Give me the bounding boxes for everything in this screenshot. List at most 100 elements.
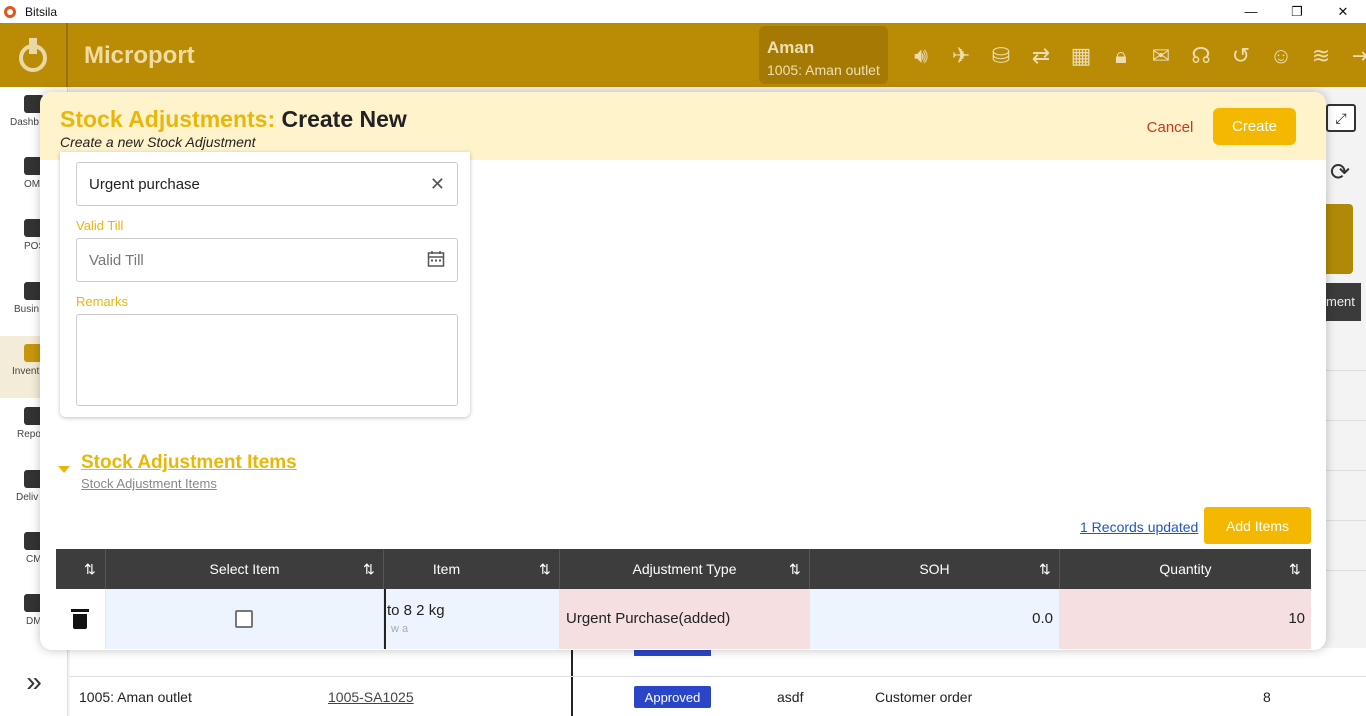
fullscreen-icon[interactable]: ⤢: [1326, 104, 1356, 132]
remarks-textarea[interactable]: [76, 314, 458, 406]
window-titlebar: Bitsila — ❐ ✕: [0, 0, 1366, 23]
section-title[interactable]: Stock Adjustment Items: [81, 452, 297, 474]
create-button[interactable]: Create: [1213, 108, 1296, 145]
sort-icon[interactable]: ⇅: [1289, 561, 1301, 578]
select-item-checkbox[interactable]: [235, 610, 253, 628]
user-name: Aman: [767, 38, 815, 57]
row-actions-cell: [56, 589, 106, 649]
valid-till-placeholder: Valid Till: [89, 252, 144, 269]
sort-icon[interactable]: ⇅: [84, 561, 96, 578]
sidebar-item-label: Dashb: [10, 117, 39, 128]
refresh-icon[interactable]: ⟳: [1330, 158, 1350, 187]
soh-value: 0.0: [1032, 610, 1053, 627]
headset-icon[interactable]: ☊: [1186, 41, 1216, 71]
col-actions: ⇅: [56, 549, 106, 589]
item-name: to 8 2 kg: [387, 602, 445, 619]
col-adjustment-type[interactable]: Adjustment Type ⇅: [560, 549, 810, 589]
window-title: Bitsila: [25, 4, 58, 19]
sidebar-item-label: Busin: [14, 304, 40, 315]
item-cell[interactable]: to 8 2 kg w a: [384, 589, 560, 649]
col-soh[interactable]: SOH ⇅: [810, 549, 1060, 589]
sidebar-item-label: Deliv: [16, 492, 39, 503]
account-icon[interactable]: ☺: [1266, 41, 1296, 71]
item-subtext: w a: [391, 623, 409, 635]
reason-field[interactable]: Urgent purchase ✕: [76, 162, 458, 206]
sync-icon[interactable]: ⇄: [1026, 41, 1056, 71]
app-header: Microport Aman 1005: Aman outlet 🔊︎ ✈︎ ⛁…: [0, 23, 1366, 87]
app-logo-icon: [4, 5, 16, 18]
modal-title: Stock Adjustments: Create New: [60, 106, 407, 133]
database-icon[interactable]: ⛁: [986, 41, 1016, 71]
sidebar-item-label: Repo: [17, 429, 41, 440]
add-items-button[interactable]: Add Items: [1204, 507, 1311, 544]
valid-till-field[interactable]: Valid Till: [76, 238, 458, 282]
close-window-button[interactable]: ✕: [1320, 0, 1366, 23]
adjustment-type-cell[interactable]: Urgent Purchase(added): [560, 589, 810, 649]
select-item-cell: [106, 589, 384, 649]
modal-header: Stock Adjustments: Create New Create a n…: [40, 92, 1326, 160]
soh-cell: 0.0: [810, 589, 1060, 649]
header-label: Select Item: [209, 561, 280, 577]
sort-icon[interactable]: ⇅: [789, 561, 801, 578]
modal-title-prefix: Stock Adjustments:: [60, 106, 276, 132]
cancel-button[interactable]: Cancel: [1132, 109, 1208, 145]
records-updated-link[interactable]: 1 Records updated: [1080, 519, 1198, 535]
delete-icon[interactable]: [71, 609, 89, 629]
collapse-caret-icon[interactable]: [58, 466, 70, 473]
calendar-icon[interactable]: [427, 250, 445, 273]
col-item[interactable]: Item ⇅: [384, 549, 560, 589]
sidebar-item-label: OM: [24, 179, 41, 190]
col-quantity[interactable]: Quantity ⇅: [1060, 549, 1311, 589]
bird-icon[interactable]: ✈︎: [946, 41, 976, 71]
background-panel: [1326, 204, 1353, 274]
restore-button[interactable]: ❐: [1274, 0, 1320, 23]
reason-value: Urgent purchase: [89, 176, 200, 193]
sort-icon[interactable]: ⇅: [539, 561, 551, 578]
reason-cell: Customer order: [875, 689, 973, 705]
mail-icon[interactable]: ✉: [1146, 41, 1176, 71]
wifi-icon[interactable]: ≋: [1306, 41, 1336, 71]
qty-cell: 8: [1263, 689, 1271, 705]
background-table-row: [70, 648, 1366, 676]
history-icon[interactable]: ↺: [1226, 41, 1256, 71]
home-logo-button[interactable]: [0, 23, 68, 87]
header-label: Adjustment Type: [632, 561, 737, 577]
user-outlet-selector[interactable]: Aman 1005: Aman outlet: [759, 26, 888, 84]
header-label: Quantity: [1159, 561, 1212, 577]
create-stock-adjustment-modal: Stock Adjustments: Create New Create a n…: [40, 92, 1326, 650]
background-tab[interactable]: ment: [1326, 283, 1361, 321]
column-divider: [571, 648, 573, 676]
sort-icon[interactable]: ⇅: [363, 561, 375, 578]
background-table-row[interactable]: 1005: Aman outlet 1005-SA1025 Approved a…: [70, 676, 1366, 716]
brand-name: Microport: [84, 42, 195, 69]
speaker-icon[interactable]: 🔊︎: [906, 41, 936, 71]
col-select-item[interactable]: Select Item ⇅: [106, 549, 384, 589]
text-cell: asdf: [777, 689, 804, 705]
outlet-name: 1005: Aman outlet: [767, 62, 880, 78]
adjustment-type-value: Urgent Purchase(added): [566, 610, 731, 627]
minimize-button[interactable]: —: [1228, 0, 1274, 23]
lock-icon[interactable]: 🔒︎: [1106, 41, 1136, 71]
brand-logo-icon: [19, 38, 47, 72]
doc-link[interactable]: 1005-SA1025: [328, 689, 414, 705]
form-card: Urgent purchase ✕ Valid Till Valid Till …: [60, 152, 470, 417]
header-label: Item: [432, 561, 461, 577]
modal-title-main: Create New: [281, 106, 407, 132]
outlet-cell: 1005: Aman outlet: [79, 689, 192, 705]
background-tab-label: ment: [1326, 294, 1355, 309]
table-header: ⇅ Select Item ⇅ Item ⇅ Adjustment Type ⇅…: [56, 549, 1311, 589]
valid-till-label: Valid Till: [76, 218, 124, 233]
remarks-label: Remarks: [76, 294, 129, 309]
clear-icon[interactable]: ✕: [430, 174, 445, 195]
column-divider: [571, 677, 573, 716]
expand-sidebar-button[interactable]: »: [0, 647, 68, 716]
section-subtitle: Stock Adjustment Items: [81, 476, 217, 491]
apps-grid-icon[interactable]: ▦: [1066, 41, 1096, 71]
sidebar-item-label: Invent: [12, 366, 40, 377]
table-row: to 8 2 kg w a Urgent Purchase(added) 0.0…: [56, 589, 1311, 649]
quantity-value: 10: [1288, 610, 1305, 627]
sort-icon[interactable]: ⇅: [1039, 561, 1051, 578]
header-label: SOH: [919, 561, 950, 577]
quantity-cell[interactable]: 10: [1060, 589, 1311, 649]
logout-icon[interactable]: ⇥: [1346, 41, 1366, 71]
